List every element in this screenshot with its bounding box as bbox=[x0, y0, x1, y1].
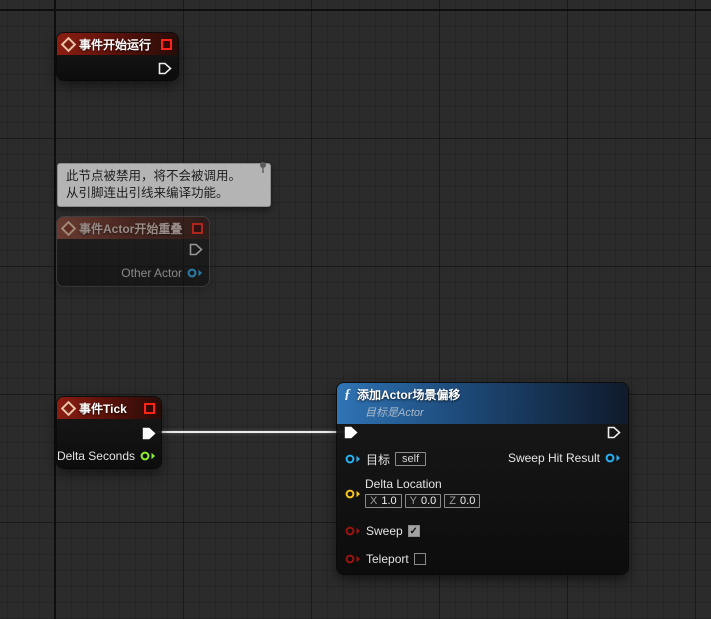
function-icon: ƒ bbox=[344, 389, 351, 401]
tooltip-line: 从引脚连出引线来编译功能。 bbox=[66, 185, 262, 202]
y-letter: Y bbox=[410, 495, 417, 507]
object-pin[interactable] bbox=[345, 454, 361, 464]
exec-in-pin[interactable] bbox=[344, 426, 358, 439]
node-title: 事件开始运行 bbox=[79, 36, 151, 53]
event-icon bbox=[61, 220, 77, 236]
grid-origin-horizontal-line bbox=[0, 9, 711, 11]
target-value-field[interactable]: self bbox=[395, 452, 426, 466]
editor-only-icon bbox=[192, 223, 203, 234]
pin-row-delta-seconds: Delta Seconds bbox=[57, 448, 156, 464]
sweep-checkbox[interactable] bbox=[408, 525, 420, 537]
event-icon bbox=[61, 36, 77, 52]
x-letter: X bbox=[370, 495, 377, 507]
exec-out-pin[interactable] bbox=[158, 62, 172, 75]
z-input-field[interactable]: Z 0.0 bbox=[444, 494, 480, 508]
pin-label: 目标 bbox=[366, 451, 390, 468]
grid-origin-vertical-line bbox=[54, 0, 56, 619]
vector-pin[interactable] bbox=[345, 489, 361, 499]
pin-label: Delta Location bbox=[365, 477, 442, 491]
pin-row-delta-location-label: Delta Location bbox=[365, 476, 442, 492]
pin-row-target: 目标 self bbox=[345, 451, 426, 467]
blueprint-graph-canvas[interactable]: 事件开始运行 此节点被禁用，将不会被调用。 从引脚连出引线来编译功能。 事件Ac… bbox=[0, 0, 711, 619]
node-header: 事件开始运行 bbox=[57, 33, 178, 55]
exec-wire[interactable] bbox=[153, 431, 346, 433]
exec-out-pin[interactable] bbox=[607, 426, 621, 439]
node-header: 事件Actor开始重叠 bbox=[57, 217, 209, 239]
bool-pin[interactable] bbox=[345, 526, 361, 536]
float-pin[interactable] bbox=[140, 451, 156, 461]
node-add-actor-world-offset[interactable]: ƒ 添加Actor场景偏移 目标是Actor 目标 self Sweep Hit… bbox=[337, 383, 628, 574]
pin-row-other-actor: Other Actor bbox=[121, 265, 203, 281]
pin-label: Sweep bbox=[366, 524, 403, 538]
node-event-tick[interactable]: 事件Tick Delta Seconds bbox=[57, 397, 161, 468]
event-icon bbox=[61, 400, 77, 416]
node-event-beginplay[interactable]: 事件开始运行 bbox=[57, 33, 178, 80]
pin-label: Teleport bbox=[366, 552, 409, 566]
pin-row-sweep: Sweep bbox=[345, 523, 420, 539]
pin-row-sweep-hit-result: Sweep Hit Result bbox=[508, 450, 621, 466]
node-subtitle: 目标是Actor bbox=[365, 404, 620, 420]
exec-out-pin[interactable] bbox=[189, 243, 203, 256]
y-value: 0.0 bbox=[421, 495, 436, 507]
node-title: 事件Tick bbox=[79, 400, 127, 417]
tooltip-line: 此节点被禁用，将不会被调用。 bbox=[66, 168, 262, 185]
z-value: 0.0 bbox=[460, 495, 475, 507]
y-input-field[interactable]: Y 0.0 bbox=[405, 494, 442, 508]
editor-only-icon bbox=[144, 403, 155, 414]
z-letter: Z bbox=[449, 495, 456, 507]
pin-row-teleport: Teleport bbox=[345, 551, 426, 567]
node-header: ƒ 添加Actor场景偏移 目标是Actor bbox=[337, 383, 628, 424]
node-header: 事件Tick bbox=[57, 397, 161, 419]
node-event-actorbeginoverlap[interactable]: 事件Actor开始重叠 Other Actor bbox=[57, 217, 209, 286]
exec-out-pin[interactable] bbox=[142, 427, 156, 440]
node-title: 添加Actor场景偏移 bbox=[357, 386, 460, 403]
bool-pin[interactable] bbox=[345, 554, 361, 564]
pin-icon bbox=[258, 161, 268, 174]
struct-pin[interactable] bbox=[605, 453, 621, 463]
x-value: 1.0 bbox=[381, 495, 396, 507]
disabled-node-tooltip: 此节点被禁用，将不会被调用。 从引脚连出引线来编译功能。 bbox=[57, 163, 271, 207]
vector-input-row: X 1.0 Y 0.0 Z 0.0 bbox=[365, 493, 480, 509]
editor-only-icon bbox=[161, 39, 172, 50]
pin-label: Sweep Hit Result bbox=[508, 451, 600, 465]
node-title: 事件Actor开始重叠 bbox=[79, 220, 182, 237]
teleport-checkbox[interactable] bbox=[414, 553, 426, 565]
object-pin[interactable] bbox=[187, 268, 203, 278]
pin-label: Other Actor bbox=[121, 266, 182, 280]
x-input-field[interactable]: X 1.0 bbox=[365, 494, 402, 508]
pin-label: Delta Seconds bbox=[57, 449, 135, 463]
